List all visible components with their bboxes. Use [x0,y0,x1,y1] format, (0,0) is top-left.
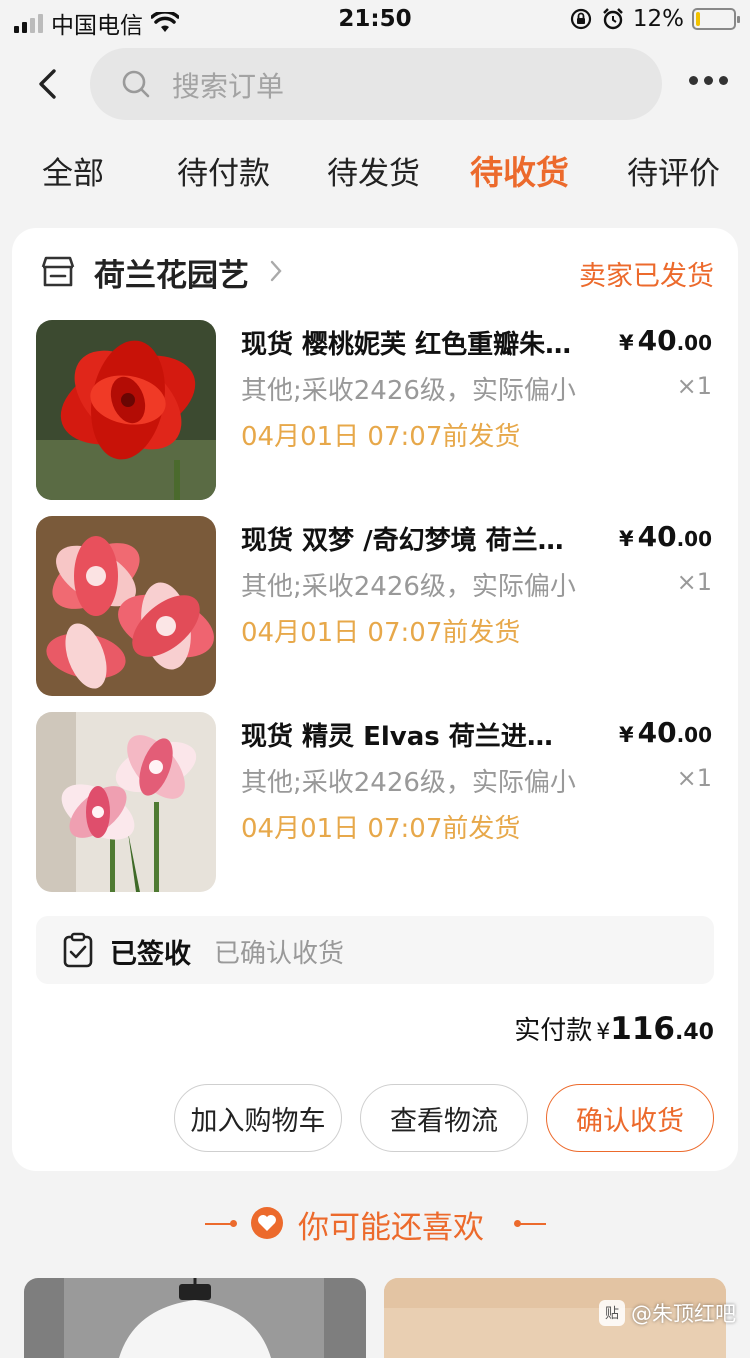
back-arrow-icon[interactable] [30,66,66,102]
add-to-cart-button[interactable]: 加入购物车 [174,1084,342,1152]
product-image[interactable] [36,516,216,696]
product-price: ¥40.00 [618,324,712,357]
order-item[interactable]: 现货 双梦 /奇幻梦境 荷兰进口 其他;采收2426级，实际偏小 04月01日 … [36,516,714,696]
product-quantity: ×1 [676,764,712,792]
search-row: 搜索订单 [0,48,750,120]
divider-right [516,1223,546,1225]
tab-pending-payment[interactable]: 待付款 [177,148,270,193]
shipping-status: 卖家已发货 [579,261,714,292]
search-icon [122,70,150,98]
chevron-right-icon [270,260,282,282]
search-input[interactable]: 搜索订单 [90,48,662,120]
status-bar: 中国电信 21:50 12% [0,0,750,40]
heart-icon [251,1207,283,1239]
clipboard-check-icon [63,932,93,968]
order-item[interactable]: 现货 精灵 Elvas 荷兰进口朱顶红 其他;采收2426级，实际偏小 04月0… [36,712,714,892]
shop-header[interactable]: 荷兰花园艺 卖家已发货 [36,250,714,294]
paid-amount: 实付款 ¥116.40 [514,1011,714,1047]
product-quantity: ×1 [676,568,712,596]
watermark: 贴 @朱顶红吧 [599,1298,736,1328]
watermark-text: @朱顶红吧 [631,1302,736,1326]
recommendation-title: 你可能还喜欢 [298,1210,484,1246]
product-title[interactable]: 现货 精灵 Elvas 荷兰进口朱顶红 [241,716,576,753]
product-title[interactable]: 现货 樱桃妮芙 红色重瓣朱顶红 [241,324,576,361]
rotation-lock-icon [570,8,591,30]
paid-label: 实付款 [514,1016,593,1046]
delivery-status-box[interactable]: 已签收 已确认收货 [36,916,714,984]
order-card: 荷兰花园艺 卖家已发货 现货 樱桃妮芙 红色重瓣朱顶红 其他;采收2426级，实… [12,228,738,1171]
ship-deadline: 04月01日 07:07前发货 [241,422,521,452]
product-sku: 其他;采收2426级，实际偏小 [241,376,576,406]
product-image[interactable] [36,712,216,892]
product-sku: 其他;采收2426级，实际偏小 [241,768,576,798]
search-placeholder: 搜索订单 [172,70,285,103]
product-sku: 其他;采收2426级，实际偏小 [241,572,576,602]
confirm-receipt-button[interactable]: 确认收货 [546,1084,714,1152]
recommendation-header: 你可能还喜欢 [0,1198,750,1248]
tab-pending-shipment[interactable]: 待发货 [327,148,420,193]
delivery-status-title: 已签收 [110,939,191,970]
delivery-status-subtitle: 已确认收货 [214,939,345,969]
ship-deadline: 04月01日 07:07前发货 [241,618,521,648]
shop-name[interactable]: 荷兰花园艺 [94,250,249,295]
divider-dot [230,1220,237,1227]
view-logistics-button[interactable]: 查看物流 [360,1084,528,1152]
battery-percent: 12% [632,6,684,32]
product-title[interactable]: 现货 双梦 /奇幻梦境 荷兰进口 [241,520,576,557]
battery-icon [692,8,740,30]
more-options-icon[interactable] [689,76,728,85]
tieba-logo-icon: 贴 [599,1300,625,1326]
store-icon [41,256,75,287]
product-price: ¥40.00 [618,716,712,749]
product-image[interactable] [36,320,216,500]
tab-all[interactable]: 全部 [42,148,104,193]
order-item[interactable]: 现货 樱桃妮芙 红色重瓣朱顶红 其他;采收2426级，实际偏小 04月01日 0… [36,320,714,500]
tab-pending-receipt[interactable]: 待收货 [470,146,569,194]
product-price: ¥40.00 [618,520,712,553]
tab-pending-review[interactable]: 待评价 [627,148,720,193]
ship-deadline: 04月01日 07:07前发货 [241,814,521,844]
order-status-tabs: 全部 待付款 待发货 待收货 待评价 [0,148,750,204]
alarm-icon [603,8,623,30]
recommended-product-card[interactable] [24,1278,366,1358]
battery-fill [696,12,700,26]
product-quantity: ×1 [676,372,712,400]
